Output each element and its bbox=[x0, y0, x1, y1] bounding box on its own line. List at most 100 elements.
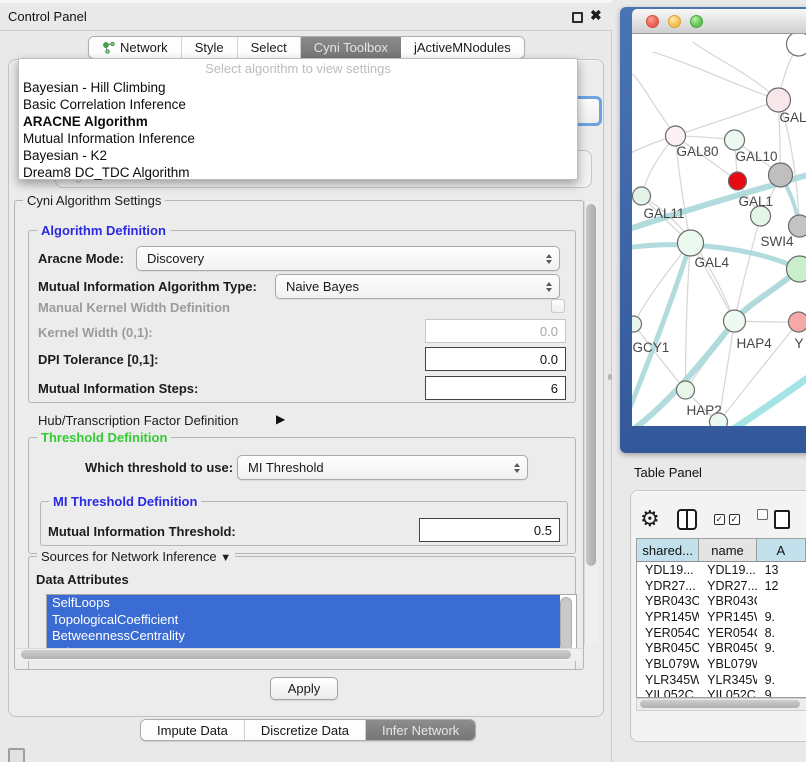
table-row[interactable]: YDL19...YDL19...13 bbox=[637, 562, 806, 578]
manual-kernel-width-checkbox[interactable] bbox=[551, 299, 565, 313]
network-node-gcy1[interactable] bbox=[632, 316, 642, 332]
chevron-down-icon[interactable]: ▼ bbox=[220, 552, 231, 564]
network-node-gal1[interactable] bbox=[751, 206, 771, 226]
dropdown-prompt: Select algorithm to view settings bbox=[19, 59, 577, 79]
table-panel-title: Table Panel bbox=[634, 465, 702, 480]
node-label: SWI4 bbox=[761, 234, 794, 249]
column-header[interactable]: shared... bbox=[637, 539, 699, 561]
table-cell: YDR27... bbox=[699, 578, 756, 594]
combo-arrows-icon bbox=[514, 463, 523, 473]
mi-steps-field[interactable]: 6 bbox=[425, 376, 566, 400]
network-node-gal11[interactable] bbox=[633, 187, 651, 205]
table-row[interactable]: YPR145WYPR145W9. bbox=[637, 609, 806, 625]
zoom-traffic-light-icon[interactable] bbox=[690, 15, 703, 28]
table-cell: 8. bbox=[757, 625, 806, 641]
close-icon[interactable]: ✖ bbox=[590, 7, 602, 24]
node-label: GAL bbox=[780, 110, 806, 125]
which-threshold-label: Which threshold to use: bbox=[85, 460, 233, 475]
dropdown-item[interactable]: Bayesian - K2 bbox=[19, 147, 577, 164]
network-node[interactable] bbox=[787, 34, 806, 56]
select-columns-icon[interactable]: ✓✓ bbox=[714, 514, 740, 525]
network-node[interactable] bbox=[787, 256, 806, 282]
table-row[interactable]: YER054CYER054C8. bbox=[637, 625, 806, 641]
table-row[interactable]: YBR043CYBR043C bbox=[637, 593, 806, 609]
splitter-handle[interactable] bbox=[608, 374, 612, 380]
dropdown-item[interactable]: Mutual Information Inference bbox=[19, 130, 577, 147]
split-columns-icon[interactable] bbox=[677, 509, 697, 530]
network-node-gal[interactable] bbox=[767, 88, 791, 112]
tab-style[interactable]: Style bbox=[182, 37, 238, 58]
tab-label: jActiveMNodules bbox=[414, 40, 511, 55]
settings-vertical-scrollbar-thumb[interactable] bbox=[586, 204, 596, 566]
tab-network[interactable]: Network bbox=[89, 37, 182, 58]
mi-algorithm-type-combo[interactable]: Naive Bayes bbox=[275, 274, 560, 299]
table-cell: YLR345W bbox=[699, 672, 756, 688]
table-row[interactable]: YLR345WYLR345W9. bbox=[637, 672, 806, 688]
apply-button[interactable]: Apply bbox=[270, 677, 338, 700]
kernel-width-field[interactable]: 0.0 bbox=[425, 319, 566, 343]
bottom-tab-discretize-data[interactable]: Discretize Data bbox=[245, 720, 366, 740]
network-node[interactable] bbox=[729, 172, 747, 190]
settings-horizontal-scrollbar-thumb[interactable] bbox=[21, 650, 571, 659]
table-cell: 12 bbox=[757, 578, 806, 594]
table-horizontal-scrollbar-thumb[interactable] bbox=[640, 700, 800, 708]
dpi-tolerance-field[interactable]: 0.0 bbox=[425, 347, 566, 371]
node-label: GAL1 bbox=[739, 194, 774, 209]
document-icon[interactable] bbox=[774, 510, 790, 529]
node-label: GAL11 bbox=[644, 206, 685, 221]
attribute-list-item[interactable]: BetweennessCentrality bbox=[47, 628, 560, 645]
dropdown-item[interactable]: Basic Correlation Inference bbox=[19, 96, 577, 113]
network-node-gal4[interactable] bbox=[678, 230, 704, 256]
network-node-hap2[interactable] bbox=[677, 381, 695, 399]
chevron-right-icon[interactable]: ▶ bbox=[276, 412, 285, 426]
node-table[interactable]: shared...nameA YDL19...YDL19...13YDR27..… bbox=[636, 538, 806, 698]
network-node-y[interactable] bbox=[789, 312, 806, 332]
dropdown-item[interactable]: ARACNE Algorithm bbox=[19, 113, 577, 130]
node-label: Y bbox=[795, 336, 804, 351]
network-graph: GALGAL80GAL10GAL1GAL11GAL4SWI4HAP4YGCY1H… bbox=[632, 34, 806, 426]
dropdown-item[interactable]: Dream8 DC_TDC Algorithm bbox=[19, 164, 577, 181]
network-icon bbox=[102, 41, 115, 54]
column-header[interactable]: name bbox=[699, 539, 756, 561]
attribute-list-item[interactable]: SelfLoops bbox=[47, 595, 560, 612]
node-label: GCY1 bbox=[633, 340, 670, 355]
dropdown-item[interactable]: Bayesian - Hill Climbing bbox=[19, 79, 577, 96]
network-node[interactable] bbox=[769, 163, 793, 187]
tab-jactivemnodules[interactable]: jActiveMNodules bbox=[401, 37, 524, 58]
mi-threshold-field[interactable]: 0.5 bbox=[419, 518, 560, 542]
network-canvas[interactable]: GALGAL80GAL10GAL1GAL11GAL4SWI4HAP4YGCY1H… bbox=[632, 34, 806, 426]
control-panel-tab-bar: NetworkStyleSelectCyni Toolbox jActiveMNo… bbox=[88, 36, 525, 59]
node-label: GAL80 bbox=[677, 144, 719, 159]
table-row[interactable]: YBR045CYBR045C9. bbox=[637, 640, 806, 656]
network-node-gal10[interactable] bbox=[725, 130, 745, 150]
network-node-hap4[interactable] bbox=[724, 310, 746, 332]
control-panel: Control Panel ✖ NetworkStyleSelectCyni T… bbox=[0, 0, 612, 762]
attributes-list-scrollbar[interactable] bbox=[560, 597, 572, 651]
tab-cyni-toolbox[interactable]: Cyni Toolbox bbox=[301, 37, 401, 58]
tab-select[interactable]: Select bbox=[238, 37, 301, 58]
column-header[interactable]: A bbox=[757, 539, 806, 561]
network-node-gal80[interactable] bbox=[666, 126, 686, 146]
table-row[interactable]: YDR27...YDR27...12 bbox=[637, 578, 806, 594]
data-attributes-label: Data Attributes bbox=[36, 572, 129, 587]
attribute-list-item[interactable]: TopologicalCoefficient bbox=[47, 612, 560, 629]
table-cell: YPR145W bbox=[699, 609, 756, 625]
network-node[interactable] bbox=[710, 413, 728, 426]
settings-gear-icon[interactable]: ⚙ bbox=[640, 508, 660, 530]
mi-steps-label: Mutual Information Steps: bbox=[38, 381, 198, 396]
minimize-traffic-light-icon[interactable] bbox=[668, 15, 681, 28]
aracne-mode-combo[interactable]: Discovery bbox=[136, 246, 560, 271]
table-cell: YBL079W bbox=[699, 656, 756, 672]
bottom-tab-infer-network[interactable]: Infer Network bbox=[366, 720, 475, 740]
table-row[interactable]: YIL052CYIL052C9 bbox=[637, 688, 806, 699]
table-cell: 9 bbox=[757, 688, 806, 699]
table-row[interactable]: YBL079WYBL079W bbox=[637, 656, 806, 672]
hub-tf-definition-label[interactable]: Hub/Transcription Factor Definition bbox=[38, 413, 238, 428]
aracne-mode-value: Discovery bbox=[147, 251, 204, 266]
which-threshold-combo[interactable]: MI Threshold bbox=[237, 455, 528, 480]
bottom-tab-impute-data[interactable]: Impute Data bbox=[141, 720, 245, 740]
close-traffic-light-icon[interactable] bbox=[646, 15, 659, 28]
panel-grip-icon[interactable] bbox=[8, 748, 25, 762]
table-cell: 9. bbox=[757, 609, 806, 625]
float-window-icon[interactable] bbox=[572, 12, 583, 23]
